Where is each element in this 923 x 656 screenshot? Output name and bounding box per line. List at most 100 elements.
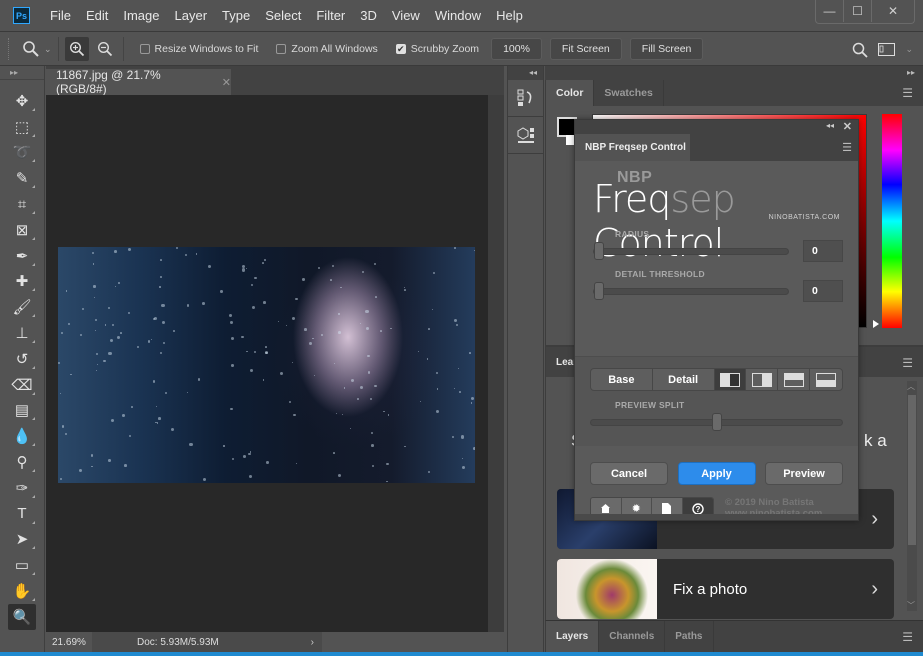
hue-slider-marker[interactable] — [873, 320, 879, 328]
history-panel-icon[interactable] — [508, 80, 543, 117]
zoom-out-button[interactable] — [93, 37, 117, 61]
detail-threshold-slider-handle[interactable] — [594, 282, 604, 300]
preview-split-slider[interactable] — [590, 413, 843, 431]
tab-color[interactable]: Color — [546, 80, 595, 106]
clone-stamp-tool[interactable]: ⊥ — [8, 320, 36, 346]
type-tool[interactable]: T — [8, 501, 36, 527]
frame-tool[interactable]: ⊠ — [8, 217, 36, 243]
split-vertical-right-button[interactable] — [746, 369, 779, 390]
options-bar-grip[interactable] — [8, 38, 14, 60]
preview-button[interactable]: Preview — [765, 462, 843, 485]
expand-panels-icon[interactable]: ▸▸ — [545, 66, 923, 80]
panel-title-bar[interactable]: ◂◂ ✕ — [575, 120, 858, 134]
menu-help[interactable]: Help — [496, 8, 523, 23]
close-button[interactable]: ✕ — [872, 0, 914, 22]
tab-channels[interactable]: Channels — [599, 621, 666, 652]
tab-swatches[interactable]: Swatches — [594, 80, 664, 106]
split-horizontal-top-button[interactable] — [810, 369, 842, 390]
cancel-button[interactable]: Cancel — [590, 462, 668, 485]
panel-menu-icon[interactable]: ☰ — [902, 356, 913, 370]
menu-select[interactable]: Select — [265, 8, 301, 23]
healing-brush-tool[interactable]: ✚ — [8, 269, 36, 295]
path-selection-tool[interactable]: ➤ — [8, 527, 36, 553]
document-canvas[interactable] — [46, 95, 488, 632]
close-icon[interactable]: ✕ — [843, 120, 852, 133]
quick-selection-tool[interactable]: ✎ — [8, 165, 36, 191]
fit-screen-button[interactable]: Fit Screen — [549, 38, 622, 60]
crop-tool[interactable]: ⌗ — [8, 191, 36, 217]
checkmark-icon[interactable]: ✔ — [395, 44, 406, 54]
panel-menu-icon[interactable]: ☰ — [842, 141, 852, 154]
menu-3d[interactable]: 3D — [360, 8, 377, 23]
menu-window[interactable]: Window — [435, 8, 481, 23]
panel-menu-icon[interactable]: ☰ — [902, 630, 913, 644]
eyedropper-tool[interactable]: ✒ — [8, 243, 36, 269]
radius-input[interactable]: 0 — [803, 240, 843, 262]
workspace-icon[interactable] — [878, 43, 896, 56]
brush-tool[interactable]: 🖌 — [8, 294, 36, 320]
learn-scrollbar[interactable]: ︿ ﹀ — [907, 381, 917, 611]
scrubby-zoom-checkbox[interactable]: ✔ Scrubby Zoom — [395, 43, 479, 55]
move-tool[interactable]: ✥ — [8, 88, 36, 114]
menu-view[interactable]: View — [392, 8, 420, 23]
lasso-tool[interactable]: ➰ — [8, 140, 36, 166]
zoom-tool[interactable]: 🔍 — [8, 603, 36, 630]
base-button[interactable]: Base — [591, 369, 653, 390]
split-vertical-left-button[interactable] — [714, 369, 747, 390]
tool-preset-picker[interactable]: ⌄ — [22, 40, 52, 58]
chevron-right-icon[interactable]: › — [311, 637, 314, 648]
hand-tool[interactable]: ✋ — [8, 578, 36, 604]
detail-threshold-slider[interactable] — [593, 282, 789, 300]
fill-screen-button[interactable]: Fill Screen — [629, 38, 704, 60]
zoom-100-button[interactable]: 100% — [491, 38, 542, 60]
tab-layers[interactable]: Layers — [546, 621, 600, 652]
chevron-down-icon[interactable]: ⌄ — [905, 44, 913, 55]
eraser-tool[interactable]: ⌫ — [8, 372, 36, 398]
radius-slider-handle[interactable] — [594, 242, 604, 260]
document-image[interactable] — [58, 247, 475, 483]
minimize-button[interactable]: — — [816, 0, 844, 22]
menu-image[interactable]: Image — [123, 8, 159, 23]
hue-slider[interactable] — [882, 114, 902, 328]
menu-filter[interactable]: Filter — [316, 8, 345, 23]
detail-button[interactable]: Detail — [653, 369, 715, 390]
scroll-up-icon[interactable]: ︿ — [907, 381, 915, 392]
zoom-all-windows-checkbox[interactable]: Zoom All Windows — [276, 43, 378, 55]
zoom-level-readout[interactable]: 21.69% — [46, 637, 92, 648]
preview-split-slider-handle[interactable] — [711, 413, 722, 431]
history-brush-tool[interactable]: ↺ — [8, 346, 36, 372]
panel-menu-icon[interactable]: ☰ — [902, 86, 913, 100]
dodge-tool[interactable]: ⚲ — [8, 449, 36, 475]
gradient-tool[interactable]: ▤ — [8, 398, 36, 424]
collapse-icon[interactable]: ◂◂ — [826, 121, 834, 130]
split-horizontal-bottom-button[interactable] — [778, 369, 811, 390]
learn-card[interactable]: Fix a photo › — [557, 559, 894, 619]
expand-toolbar-icon[interactable]: ▸▸ — [0, 66, 44, 80]
panel-resize-grip[interactable] — [575, 514, 858, 520]
radius-slider[interactable] — [593, 242, 789, 260]
apply-button[interactable]: Apply — [677, 462, 756, 485]
canvas-scrollbar[interactable] — [488, 95, 504, 632]
rectangle-tool[interactable]: ▭ — [8, 552, 36, 578]
menu-layer[interactable]: Layer — [175, 8, 208, 23]
tab-nbp-freqsep[interactable]: NBP Freqsep Control — [575, 134, 690, 161]
menu-file[interactable]: File — [50, 8, 71, 23]
tab-paths[interactable]: Paths — [665, 621, 714, 652]
scroll-down-icon[interactable]: ﹀ — [907, 600, 915, 611]
close-tab-icon[interactable]: ✕ — [222, 76, 231, 89]
menu-edit[interactable]: Edit — [86, 8, 108, 23]
menu-type[interactable]: Type — [222, 8, 250, 23]
zoom-in-button[interactable] — [64, 37, 89, 61]
document-tab[interactable]: 11867.jpg @ 21.7% (RGB/8#) ✕ — [46, 68, 231, 96]
doc-size-info[interactable]: Doc: 5.93M/5.93M › — [92, 632, 322, 652]
resize-windows-checkbox[interactable]: Resize Windows to Fit — [139, 43, 258, 55]
pen-tool[interactable]: ✑ — [8, 475, 36, 501]
marquee-tool[interactable]: ⬚ — [8, 114, 36, 140]
maximize-button[interactable]: ☐ — [844, 0, 872, 22]
3d-panel-icon[interactable] — [508, 117, 543, 154]
search-icon[interactable] — [852, 42, 869, 58]
checkbox-box[interactable] — [276, 44, 287, 54]
blur-tool[interactable]: 💧 — [8, 423, 36, 449]
collapse-dock-icon[interactable]: ◂◂ — [508, 66, 543, 80]
checkbox-box[interactable] — [139, 44, 150, 54]
